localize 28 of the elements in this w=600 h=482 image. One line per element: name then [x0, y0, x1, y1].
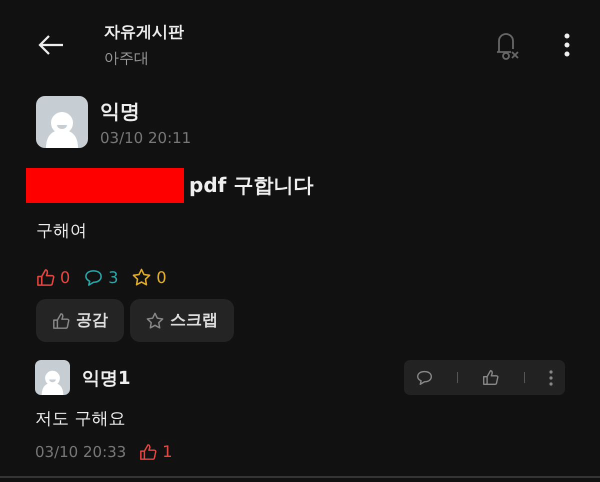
- like-count: 1: [162, 442, 172, 461]
- like-button[interactable]: 공감: [36, 299, 124, 342]
- more-menu-icon[interactable]: [564, 33, 570, 57]
- muted-bell-icon[interactable]: [494, 30, 520, 60]
- star-icon: [132, 268, 152, 287]
- commenter-name: 익명1: [82, 366, 132, 390]
- post-title: pdf 구합니다: [189, 172, 314, 199]
- school-name: 아주대: [104, 49, 150, 68]
- avatar-icon: [36, 96, 88, 148]
- like-button[interactable]: [482, 369, 500, 386]
- back-button[interactable]: [38, 34, 64, 56]
- star-icon: [146, 312, 164, 330]
- thumbs-up-icon: [52, 312, 70, 330]
- thumbs-up-icon: [36, 268, 55, 287]
- like-count: 0: [60, 268, 70, 287]
- scrap-count: 0: [156, 268, 167, 287]
- author-name: 익명: [100, 98, 141, 124]
- avatar-icon: [35, 360, 70, 395]
- comment-text: 저도 구해요: [35, 408, 126, 430]
- thumbs-up-icon: [139, 442, 158, 460]
- post-body: 구해여: [36, 220, 88, 242]
- comment-time: 03/10 20:33: [35, 442, 126, 460]
- speech-bubble-icon: [84, 268, 104, 287]
- reply-button[interactable]: [416, 369, 434, 386]
- board-title: 자유게시판: [104, 22, 185, 43]
- post-time: 03/10 20:11: [100, 128, 192, 146]
- comment-count: 3: [108, 268, 118, 287]
- scrap-button[interactable]: 스크랩: [130, 299, 234, 342]
